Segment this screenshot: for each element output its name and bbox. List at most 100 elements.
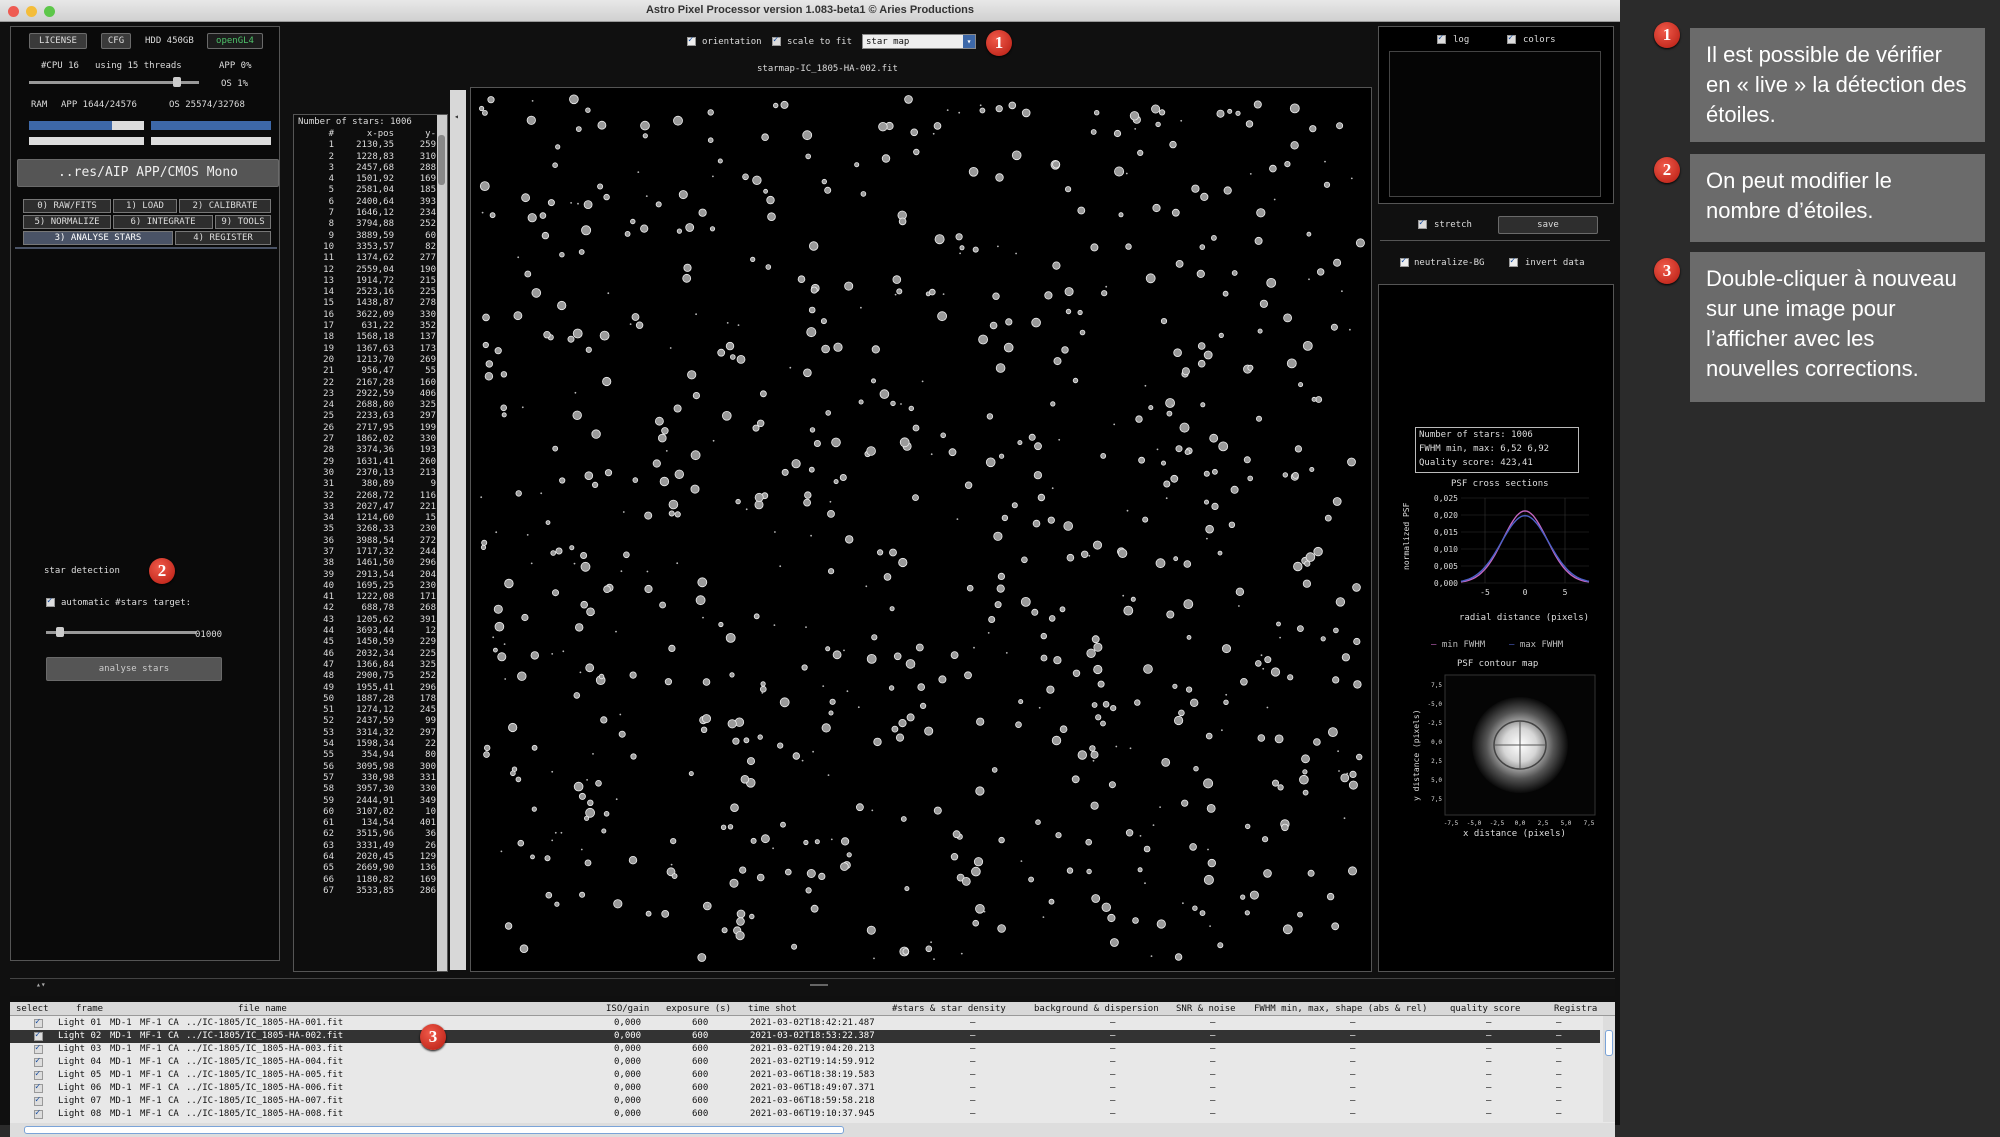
- star-row[interactable]: 28 3374,36 193: [294, 445, 447, 456]
- star-list-scrollbar[interactable]: [437, 115, 447, 971]
- star-row[interactable]: 19 1367,63 173: [294, 344, 447, 355]
- star-row[interactable]: 32 2268,72 116: [294, 491, 447, 502]
- col-stars-density[interactable]: #stars & star density: [892, 1004, 1006, 1014]
- col-exposure[interactable]: exposure (s): [666, 1004, 731, 1014]
- analyse-stars-button[interactable]: analyse stars: [46, 657, 222, 681]
- cfg-button[interactable]: CFG: [101, 33, 131, 49]
- frame-table-hscrollbar[interactable]: [10, 1123, 1615, 1137]
- invert-data-checkbox[interactable]: [1509, 256, 1518, 267]
- star-row[interactable]: 4 1501,92 169: [294, 174, 447, 185]
- star-row[interactable]: 26 2717,95 199: [294, 423, 447, 434]
- star-count-slider-handle[interactable]: [55, 627, 64, 637]
- star-row[interactable]: 67 3533,85 286: [294, 886, 447, 897]
- star-row[interactable]: 15 1438,87 278: [294, 298, 447, 309]
- star-row[interactable]: 23 2922,59 406: [294, 389, 447, 400]
- view-select[interactable]: star map ▾: [862, 34, 976, 49]
- star-row[interactable]: 31 380,89 9: [294, 479, 447, 490]
- star-row[interactable]: 44 3693,44 12: [294, 626, 447, 637]
- star-row[interactable]: 16 3622,09 330: [294, 310, 447, 321]
- row-select-checkbox[interactable]: [34, 1108, 43, 1119]
- col-time-shot[interactable]: time shot: [748, 1004, 797, 1014]
- colors-checkbox[interactable]: [1507, 33, 1516, 44]
- star-row[interactable]: 54 1598,34 22: [294, 739, 447, 750]
- log-checkbox[interactable]: [1437, 33, 1446, 44]
- star-row[interactable]: 43 1205,62 391: [294, 615, 447, 626]
- star-row[interactable]: 13 1914,72 215: [294, 276, 447, 287]
- star-row[interactable]: 49 1955,41 296: [294, 683, 447, 694]
- working-directory-button[interactable]: ..res/AIP APP/CMOS Mono: [17, 159, 279, 187]
- star-row[interactable]: 52 2437,59 99: [294, 716, 447, 727]
- frame-table-scrollbar[interactable]: [1603, 1016, 1615, 1122]
- row-select-checkbox[interactable]: [34, 1082, 43, 1093]
- star-row[interactable]: 57 330,98 331: [294, 773, 447, 784]
- collapse-toggle-icon[interactable]: ▴▾: [36, 980, 46, 989]
- scrollbar-thumb[interactable]: [438, 135, 445, 185]
- opengl-button[interactable]: openGL4: [207, 33, 263, 49]
- star-row[interactable]: 2 1228,83 310: [294, 152, 447, 163]
- star-row[interactable]: 33 2027,47 221: [294, 502, 447, 513]
- star-row[interactable]: 20 1213,70 269: [294, 355, 447, 366]
- orientation-checkbox[interactable]: [687, 35, 696, 46]
- row-select-checkbox[interactable]: [34, 1030, 43, 1041]
- star-row[interactable]: 12 2559,04 190: [294, 265, 447, 276]
- row-select-checkbox[interactable]: [34, 1069, 43, 1080]
- col-file-name[interactable]: file name: [238, 1004, 287, 1014]
- tab-calibrate[interactable]: 2) CALIBRATE: [179, 199, 271, 213]
- star-list-table[interactable]: Number of stars: 1006 # x-pos y- 1 2130,3…: [293, 114, 448, 972]
- star-row[interactable]: 39 2913,54 204: [294, 570, 447, 581]
- star-row[interactable]: 63 3331,49 26: [294, 841, 447, 852]
- col-background[interactable]: background & dispersion: [1034, 1004, 1159, 1014]
- col-iso-gain[interactable]: ISO/gain: [606, 1004, 649, 1014]
- tab-normalize[interactable]: 5) NORMALIZE: [23, 215, 111, 229]
- row-select-checkbox[interactable]: [34, 1043, 43, 1054]
- save-button[interactable]: save: [1498, 216, 1598, 234]
- col-select[interactable]: select: [16, 1004, 49, 1014]
- table-row[interactable]: Light 01 MD-1 MF-1 CA ../IC-1805/IC_1805-HA-…: [10, 1017, 1600, 1030]
- star-row[interactable]: 5 2581,04 185: [294, 185, 447, 196]
- star-row[interactable]: 41 1222,08 171: [294, 592, 447, 603]
- thread-slider-track[interactable]: [29, 77, 199, 87]
- star-row[interactable]: 53 3314,32 297: [294, 728, 447, 739]
- star-row[interactable]: 8 3794,88 252: [294, 219, 447, 230]
- star-row[interactable]: 3 2457,68 288: [294, 163, 447, 174]
- star-row[interactable]: 17 631,22 352: [294, 321, 447, 332]
- star-row[interactable]: 24 2688,80 325: [294, 400, 447, 411]
- frame-list-table[interactable]: select frame file name ISO/gain exposure…: [10, 1002, 1615, 1137]
- star-row[interactable]: 30 2370,13 213: [294, 468, 447, 479]
- star-row[interactable]: 11 1374,62 277: [294, 253, 447, 264]
- star-count-slider[interactable]: [46, 627, 196, 637]
- tab-raw-fits[interactable]: 0) RAW/FITS: [23, 199, 111, 213]
- col-snr-noise[interactable]: SNR & noise: [1176, 1004, 1236, 1014]
- star-row[interactable]: 37 1717,32 244: [294, 547, 447, 558]
- neutralize-bg-checkbox[interactable]: [1400, 256, 1409, 267]
- tab-tools[interactable]: 9) TOOLS: [215, 215, 271, 229]
- thread-slider-handle[interactable]: [173, 77, 181, 87]
- table-row[interactable]: Light 03 MD-1 MF-1 CA ../IC-1805/IC_1805-HA-…: [10, 1043, 1600, 1056]
- star-row[interactable]: 10 3353,57 82: [294, 242, 447, 253]
- star-row[interactable]: 50 1887,28 178: [294, 694, 447, 705]
- scrollbar-thumb[interactable]: [1605, 1030, 1613, 1056]
- star-row[interactable]: 34 1214,60 15: [294, 513, 447, 524]
- star-row[interactable]: 6 2400,64 393: [294, 197, 447, 208]
- star-row[interactable]: 42 688,78 268: [294, 603, 447, 614]
- row-select-checkbox[interactable]: [34, 1017, 43, 1028]
- stretch-checkbox[interactable]: [1418, 218, 1427, 229]
- star-row[interactable]: 35 3268,33 230: [294, 524, 447, 535]
- star-row[interactable]: 62 3515,96 36: [294, 829, 447, 840]
- star-row[interactable]: 29 1631,41 260: [294, 457, 447, 468]
- table-row[interactable]: Light 07 MD-1 MF-1 CA ../IC-1805/IC_1805-HA-…: [10, 1095, 1600, 1108]
- star-row[interactable]: 59 2444,91 349: [294, 796, 447, 807]
- star-row[interactable]: 14 2523,16 225: [294, 287, 447, 298]
- col-quality-score[interactable]: quality score: [1450, 1004, 1520, 1014]
- license-button[interactable]: LICENSE: [29, 33, 87, 49]
- col-registration[interactable]: Registra: [1554, 1004, 1597, 1014]
- tab-analyse-stars[interactable]: 3) ANALYSE STARS: [23, 231, 173, 245]
- star-row[interactable]: 60 3107,02 10: [294, 807, 447, 818]
- star-row[interactable]: 22 2167,28 160: [294, 378, 447, 389]
- table-row[interactable]: Light 06 MD-1 MF-1 CA ../IC-1805/IC_1805-HA-…: [10, 1082, 1600, 1095]
- star-row[interactable]: 56 3095,98 300: [294, 762, 447, 773]
- star-row[interactable]: 58 3957,30 330: [294, 784, 447, 795]
- star-row[interactable]: 21 956,47 55: [294, 366, 447, 377]
- row-select-checkbox[interactable]: [34, 1095, 43, 1106]
- star-row[interactable]: 18 1568,18 137: [294, 332, 447, 343]
